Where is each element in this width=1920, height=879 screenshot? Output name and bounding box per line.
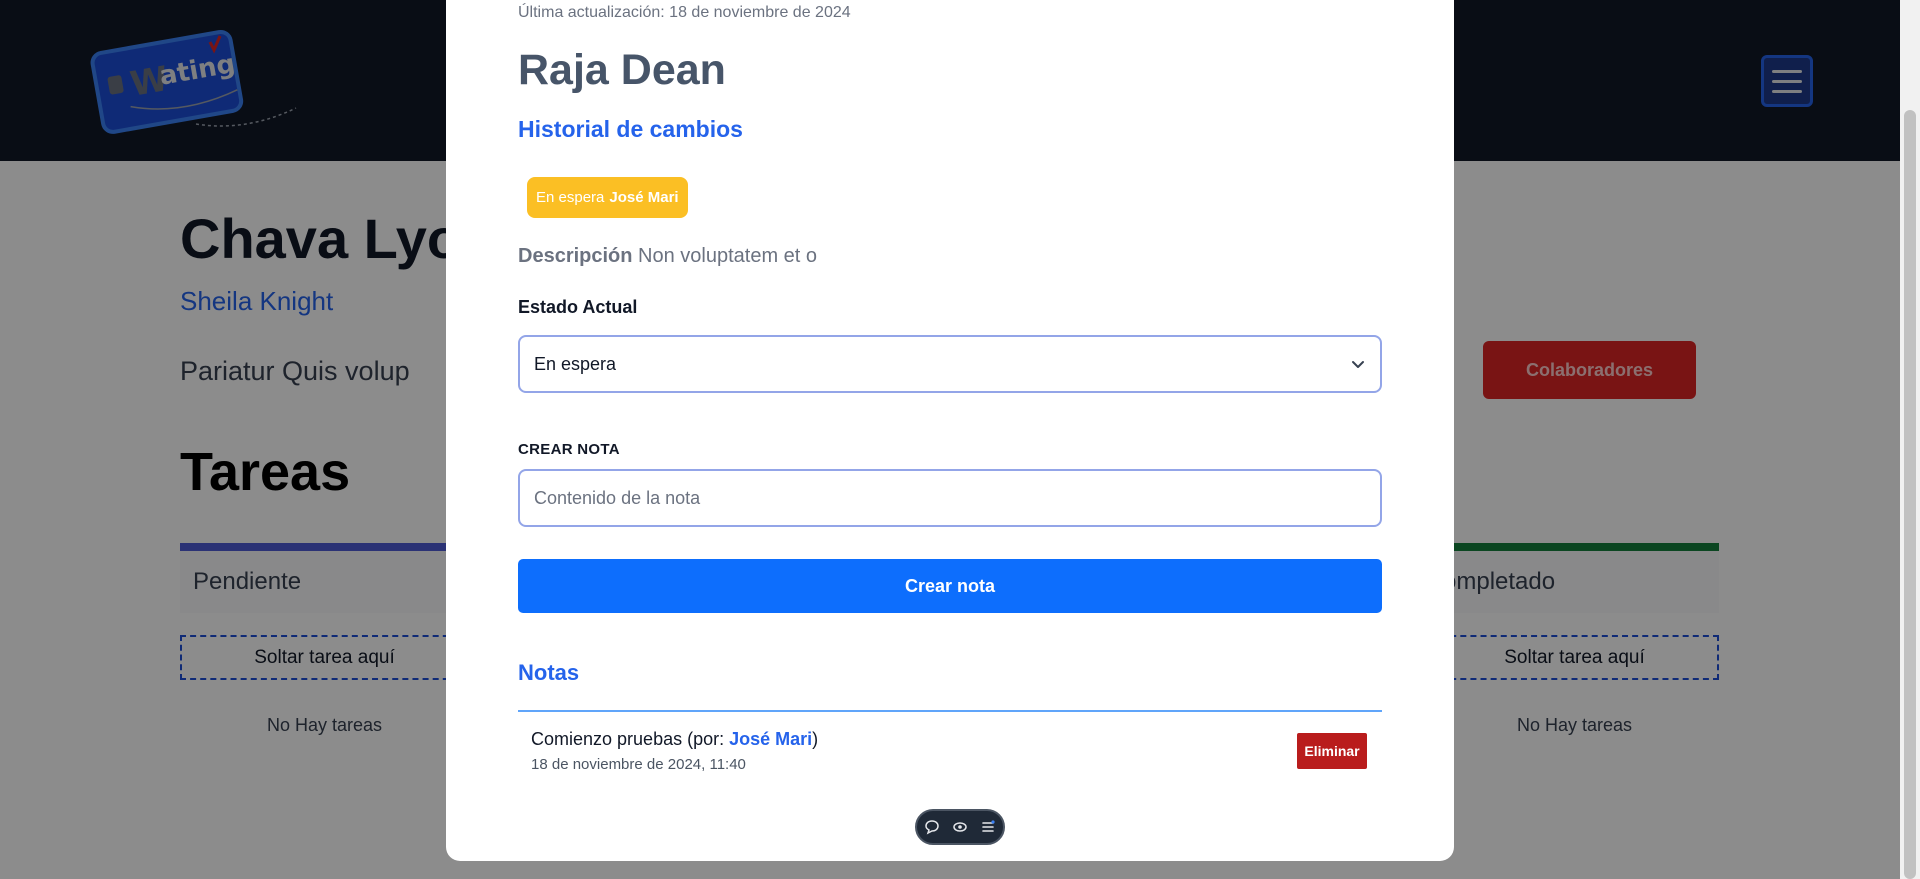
note-item: Comienzo pruebas (por: José Mari) 18 de … — [531, 729, 1371, 773]
last-updated: Última actualización: 18 de noviembre de… — [518, 4, 851, 21]
eye-icon[interactable] — [952, 819, 968, 835]
scrollbar-thumb[interactable] — [1904, 110, 1916, 879]
history-user: José Mari — [609, 189, 679, 206]
description-label: Descripción — [518, 245, 633, 267]
task-modal: Última actualización: 18 de noviembre de… — [446, 0, 1454, 861]
comment-icon[interactable] — [924, 819, 940, 835]
note-text: Comienzo pruebas (por: José Mari) — [531, 729, 1371, 750]
task-title: Raja Dean — [518, 46, 726, 94]
history-badge: En espera José Mari — [527, 177, 688, 218]
note-by-prefix: (por: — [682, 729, 730, 749]
history-status: En espera — [536, 189, 605, 206]
task-description: Descripción Non voluptatem et o — [518, 245, 817, 268]
note-date: 18 de noviembre de 2024, 11:40 — [531, 756, 746, 773]
chevron-down-icon — [1352, 361, 1364, 368]
history-heading: Historial de cambios — [518, 116, 743, 142]
note-content-input[interactable] — [518, 469, 1382, 527]
state-select-value: En espera — [534, 353, 617, 374]
state-label: Estado Actual — [518, 297, 638, 317]
state-select[interactable]: En espera — [518, 335, 1382, 393]
floating-toolbar — [915, 809, 1005, 845]
delete-note-button[interactable]: Eliminar — [1297, 733, 1367, 769]
notes-heading: Notas — [518, 660, 580, 685]
note-by-suffix: ) — [812, 729, 819, 749]
page-scrollbar[interactable] — [1900, 0, 1920, 879]
create-note-button[interactable]: Crear nota — [518, 559, 1382, 613]
create-note-label: CREAR NOTA — [518, 441, 620, 458]
note-content: Comienzo pruebas — [531, 729, 683, 749]
note-author: José Mari — [729, 729, 813, 749]
list-icon[interactable] — [980, 819, 996, 835]
description-value: Non voluptatem et o — [638, 245, 818, 267]
notes-divider — [518, 710, 1382, 712]
